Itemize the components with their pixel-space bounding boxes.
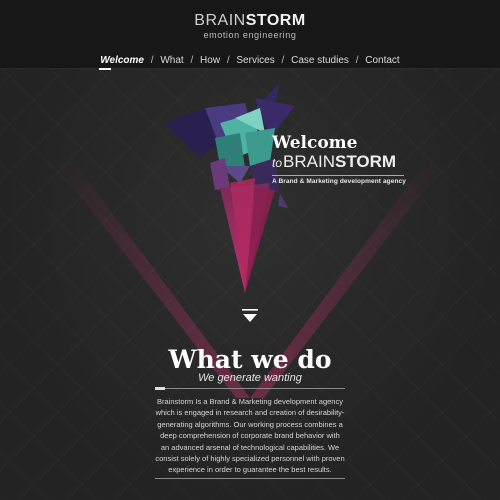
hero-to: to (272, 156, 283, 170)
section-divider-bottom (155, 478, 345, 479)
hero-brand-bold: STORM (334, 152, 397, 171)
hero-subtitle: A Brand & Marketing development agency (272, 178, 406, 185)
nav-item-what[interactable]: What (159, 55, 184, 66)
nav-item-case-studies[interactable]: Case studies (290, 55, 350, 66)
main-nav: Welcome / What / How / Services / Case s… (0, 55, 500, 70)
section-subtitle: We generate wanting (198, 372, 302, 384)
scroll-down-button[interactable] (241, 308, 259, 326)
hero-polygon-artwork (165, 83, 295, 293)
section-body-text: Brainstorm Is a Brand & Marketing develo… (155, 397, 345, 475)
nav-item-contact[interactable]: Contact (364, 55, 400, 66)
site-header: BRAINSTORM emotion engineering Welcome /… (0, 0, 500, 70)
hero-title: Welcome (272, 133, 358, 153)
nav-separator: / (226, 55, 230, 66)
hero-brand-light: BRAIN (283, 152, 335, 171)
hero-brand: toBRAINSTORM (272, 152, 412, 173)
nav-item-services[interactable]: Services (235, 55, 275, 66)
nav-item-welcome[interactable]: Welcome (99, 55, 145, 70)
nav-separator: / (355, 55, 359, 66)
logo-text-light: BRAIN (194, 12, 246, 29)
section-divider-top (155, 388, 345, 389)
logo-text-bold: STORM (245, 12, 306, 29)
hero-divider (272, 175, 404, 176)
site-tagline: emotion engineering (203, 30, 297, 40)
nav-separator: / (150, 55, 154, 66)
hero-welcome: Welcome toBRAINSTORM A Brand & Marketing… (272, 134, 412, 185)
site-logo[interactable]: BRAINSTORM (0, 13, 500, 29)
nav-separator: / (281, 55, 285, 66)
nav-item-how[interactable]: How (199, 55, 221, 66)
scroll-down-line (242, 309, 258, 311)
nav-separator: / (190, 55, 194, 66)
triangle-down-icon (243, 314, 257, 322)
section-title-what-we-do: What we do (168, 345, 332, 374)
section-divider-accent (155, 387, 165, 390)
